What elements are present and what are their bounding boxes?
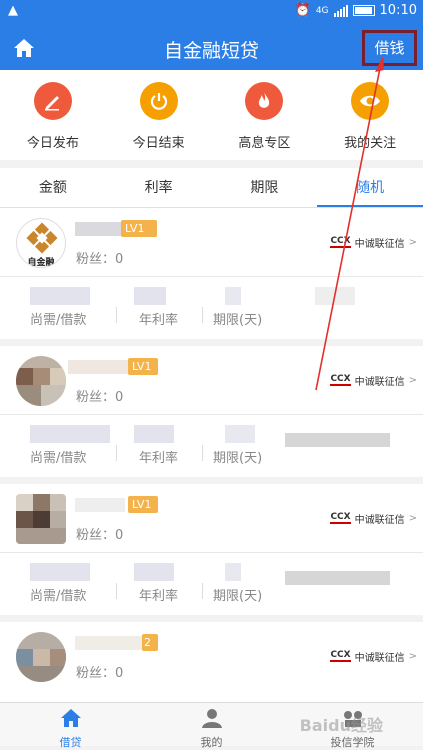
quick-my-follow[interactable]: 我的关注 — [317, 70, 423, 160]
tab-rate[interactable]: 利率 — [106, 168, 212, 207]
tab-amount[interactable]: 金额 — [0, 168, 106, 207]
term-value — [225, 563, 241, 581]
amount-value — [30, 563, 90, 581]
loan-card[interactable]: 2 粉丝：0 CCX 中诚联征信 > — [0, 622, 423, 702]
credit-label: 中诚联征信 — [354, 377, 405, 388]
rate-value — [134, 287, 166, 305]
ccx-logo: CCX — [330, 236, 351, 248]
watermark: Baidu经验 — [299, 716, 383, 735]
credit-label: 中诚联征信 — [354, 515, 405, 526]
term-label: 期限(天) — [213, 313, 263, 328]
status-time: 10:10 — [379, 3, 417, 18]
amount-label: 尚需/借款 — [30, 313, 87, 328]
home-icon — [60, 709, 81, 727]
nav-label: 借贷 — [59, 736, 82, 749]
divider — [202, 307, 203, 323]
credit-label: 中诚联征信 — [354, 653, 405, 664]
credit-link[interactable]: CCX 中诚联征信 > — [330, 373, 417, 388]
ccx-logo: CCX — [330, 374, 351, 386]
battery-icon — [352, 5, 375, 16]
avatar: 自金融 — [16, 218, 66, 268]
level-badge: 2 — [142, 634, 158, 651]
avatar — [16, 632, 66, 682]
rate-value — [134, 563, 174, 581]
page-title: 自金融短贷 — [163, 40, 259, 62]
user-name — [75, 636, 145, 650]
user-name — [75, 222, 123, 236]
flame-icon — [245, 82, 284, 120]
extra-value — [315, 287, 355, 305]
level-badge: LV1 — [121, 220, 157, 237]
quick-label: 今日结束 — [132, 136, 185, 151]
fans-count: 粉丝：0 — [76, 390, 124, 405]
quick-today-end[interactable]: 今日结束 — [106, 70, 212, 160]
extra-value — [285, 571, 390, 585]
borrow-button[interactable]: 借钱 — [362, 30, 417, 66]
rate-label: 年利率 — [139, 589, 179, 604]
divider — [202, 445, 203, 461]
title-bar: 自金融短贷 借钱 — [0, 25, 423, 70]
rate-label: 年利率 — [139, 451, 179, 466]
network-label: 4G — [315, 5, 329, 16]
quick-label: 高息专区 — [238, 136, 291, 151]
power-icon — [139, 82, 178, 120]
quick-high-interest[interactable]: 高息专区 — [212, 70, 318, 160]
status-bar: ▲ ⏰ 4G 10:10 — [0, 0, 423, 25]
term-label: 期限(天) — [213, 589, 263, 604]
signal-icon — [333, 4, 348, 17]
alarm-icon: ⏰ — [294, 3, 311, 18]
user-icon — [201, 709, 222, 728]
quick-today-publish[interactable]: 今日发布 — [0, 70, 106, 160]
avatar — [16, 356, 66, 406]
nav-loan[interactable]: 借贷 — [0, 703, 141, 749]
nav-label: 我的 — [200, 736, 223, 749]
level-badge: LV1 — [128, 358, 158, 375]
level-badge: LV1 — [128, 496, 158, 513]
divider — [116, 445, 117, 461]
nav-mine[interactable]: 我的 — [141, 703, 282, 749]
amount-value — [30, 287, 90, 305]
amount-label: 尚需/借款 — [30, 589, 87, 604]
nav-label: 投信学院 — [330, 736, 375, 749]
rate-label: 年利率 — [139, 313, 179, 328]
amount-label: 尚需/借款 — [30, 451, 87, 466]
rate-value — [134, 425, 174, 443]
avatar — [16, 494, 66, 544]
loan-card[interactable]: LV1 粉丝：0 CCX 中诚联征信 > 尚需/借款 年利率 期限(天) — [0, 484, 423, 615]
sort-tabs: 金额 利率 期限 随机 — [0, 168, 423, 208]
divider — [116, 307, 117, 323]
loan-card[interactable]: 自金融 LV1 粉丝：0 CCX 中诚联征信 > 尚需/借款 年利率 期限(天) — [0, 208, 423, 339]
credit-link[interactable]: CCX 中诚联征信 > — [330, 649, 417, 664]
eye-icon — [351, 82, 390, 120]
avatar-text: 自金融 — [27, 258, 55, 268]
term-label: 期限(天) — [213, 451, 263, 466]
term-value — [225, 287, 241, 305]
fans-count: 粉丝：0 — [76, 666, 124, 681]
amount-value — [30, 425, 110, 443]
extra-value — [285, 433, 390, 447]
loan-card[interactable]: LV1 粉丝：0 CCX 中诚联征信 > 尚需/借款 年利率 期限(天) — [0, 346, 423, 477]
quick-label: 今日发布 — [26, 136, 79, 151]
tab-term[interactable]: 期限 — [212, 168, 318, 207]
credit-label: 中诚联征信 — [354, 239, 405, 250]
fans-count: 粉丝：0 — [76, 528, 124, 543]
tab-random[interactable]: 随机 — [317, 168, 423, 207]
ccx-logo: CCX — [330, 512, 351, 524]
credit-link[interactable]: CCX 中诚联征信 > — [330, 511, 417, 526]
user-name — [68, 360, 128, 374]
pencil-icon — [33, 82, 72, 120]
user-name — [75, 498, 125, 512]
quick-label: 我的关注 — [344, 136, 397, 151]
term-value — [225, 425, 255, 443]
credit-link[interactable]: CCX 中诚联征信 > — [330, 235, 417, 250]
quick-menu: 今日发布 今日结束 高息专区 我的关注 — [0, 70, 423, 160]
divider — [202, 583, 203, 599]
ccx-logo: CCX — [330, 650, 351, 662]
divider — [116, 583, 117, 599]
fans-count: 粉丝：0 — [76, 252, 124, 267]
warning-icon: ▲ — [8, 3, 18, 18]
